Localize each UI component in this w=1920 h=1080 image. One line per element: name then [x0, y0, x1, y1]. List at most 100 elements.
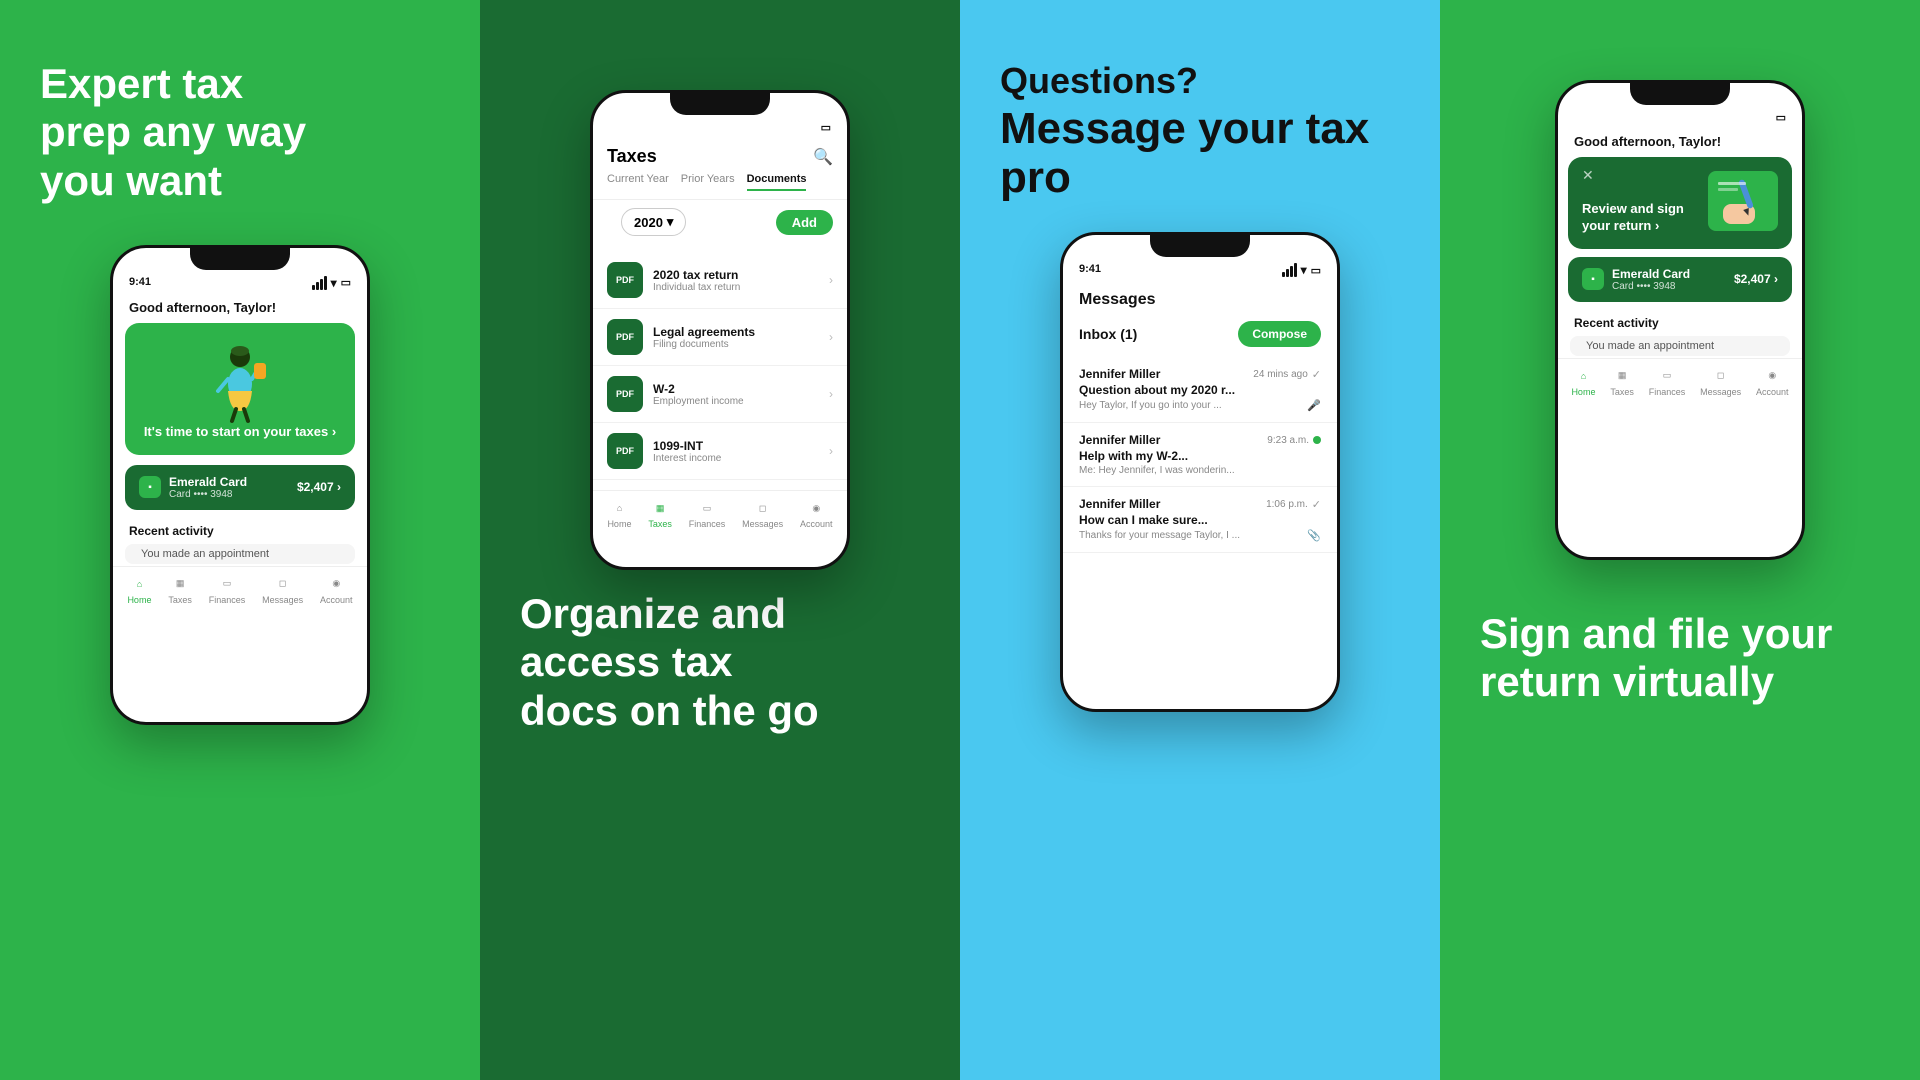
nav4-home[interactable]: ⌂ Home — [1571, 367, 1595, 397]
panel-1: Expert tax prep any way you want 9:41 ▾ … — [0, 0, 480, 1080]
time: 9:41 — [129, 276, 151, 290]
nav2-home[interactable]: ⌂ Home — [607, 499, 631, 529]
recent-activity-label-4: Recent activity — [1558, 310, 1802, 334]
nav4-taxes[interactable]: ▦ Taxes — [1610, 367, 1634, 397]
msg-preview-2: Thanks for your message Taylor, I ... — [1079, 530, 1240, 541]
doc-sub-2: Employment income — [653, 396, 819, 407]
nav4-finances-label: Finances — [1649, 387, 1686, 397]
review-sign-card[interactable]: ✕ Review and sign your return › — [1568, 157, 1792, 249]
message-item-2[interactable]: Jennifer Miller 1:06 p.m. ✓ How can I ma… — [1063, 487, 1337, 553]
emerald-card[interactable]: Emerald Card Card •••• 3948 $2,407 › — [125, 465, 355, 510]
compose-button[interactable]: Compose — [1238, 321, 1321, 347]
emerald-card-name-4: Emerald Card — [1612, 267, 1690, 281]
doc-item-3[interactable]: PDF 1099-INT Interest income › — [593, 423, 847, 480]
phone-notch-3 — [1150, 235, 1250, 257]
home-icon: ⌂ — [129, 575, 149, 593]
nav4-finances[interactable]: ▭ Finances — [1649, 367, 1686, 397]
nav4-account-label: Account — [1756, 387, 1789, 397]
year-add-row: 2020 ▾ Add — [593, 200, 847, 244]
pdf-icon-0: PDF — [607, 262, 643, 298]
nav2-account[interactable]: ◉ Account — [800, 499, 833, 529]
status-icons-2: ▭ — [821, 121, 831, 134]
doc-item-2[interactable]: PDF W-2 Employment income › — [593, 366, 847, 423]
wifi-icon: ▾ — [331, 276, 337, 290]
nav2-finances[interactable]: ▭ Finances — [689, 499, 726, 529]
chevron-right-icon-0: › — [829, 273, 833, 287]
close-icon[interactable]: ✕ — [1582, 167, 1594, 184]
finances-icon-4: ▭ — [1657, 367, 1677, 385]
nav2-account-label: Account — [800, 519, 833, 529]
finances-icon: ▭ — [217, 575, 237, 593]
status-bar-3: 9:41 ▾ ▭ — [1063, 257, 1337, 281]
doc-info-2: W-2 Employment income — [653, 382, 819, 407]
chevron-right-icon-1: › — [829, 330, 833, 344]
chevron-down-icon: ▾ — [667, 214, 674, 230]
panel1-headline: Expert tax prep any way you want — [40, 60, 340, 205]
nav-account[interactable]: ◉ Account — [320, 575, 353, 605]
message-item-0[interactable]: Jennifer Miller 24 mins ago ✓ Question a… — [1063, 357, 1337, 423]
nav-finances[interactable]: ▭ Finances — [209, 575, 246, 605]
nav4-account[interactable]: ◉ Account — [1756, 367, 1789, 397]
msg-top-1: Jennifer Miller 9:23 a.m. — [1079, 433, 1321, 447]
msg-subject-0: Question about my 2020 r... — [1079, 383, 1321, 397]
search-icon[interactable]: 🔍 — [813, 147, 833, 167]
start-taxes-cta[interactable]: It's time to start on your taxes › — [144, 424, 336, 439]
message-item-1[interactable]: Jennifer Miller 9:23 a.m. Help with my W… — [1063, 423, 1337, 487]
phone-1: 9:41 ▾ ▭ Good afternoon, Taylor! — [110, 245, 370, 725]
doc-sub-1: Filing documents — [653, 339, 819, 350]
messages-icon: ◻ — [273, 575, 293, 593]
taxes-title: Taxes 🔍 — [593, 138, 847, 167]
attach-icon-2: 📎 — [1307, 529, 1321, 542]
taxes-title-text: Taxes — [607, 146, 657, 167]
doc-item-1[interactable]: PDF Legal agreements Filing documents › — [593, 309, 847, 366]
messages-title: Messages — [1063, 281, 1337, 317]
home-icon-4: ⌂ — [1573, 367, 1593, 385]
start-taxes-card[interactable]: It's time to start on your taxes › — [125, 323, 355, 455]
tab-documents[interactable]: Documents — [747, 173, 807, 191]
msg-sender-1: Jennifer Miller — [1079, 433, 1160, 447]
nav-messages[interactable]: ◻ Messages — [262, 575, 303, 605]
year-selector[interactable]: 2020 ▾ — [621, 208, 686, 236]
msg-time-0: 24 mins ago — [1253, 369, 1307, 380]
phone-notch-4 — [1630, 83, 1730, 105]
emerald-card-4[interactable]: Emerald Card Card •••• 3948 $2,407 › — [1568, 257, 1792, 302]
nav2-finances-label: Finances — [689, 519, 726, 529]
status-bar: 9:41 ▾ ▭ — [113, 270, 367, 294]
time-3: 9:41 — [1079, 263, 1101, 277]
battery-icon-2: ▭ — [821, 121, 831, 134]
nav-taxes[interactable]: ▦ Taxes — [168, 575, 192, 605]
bottom-nav: ⌂ Home ▦ Taxes ▭ Finances ◻ Messages ◉ A… — [113, 566, 367, 615]
emerald-card-number: Card •••• 3948 — [169, 489, 247, 500]
account-icon-4: ◉ — [1762, 367, 1782, 385]
activity-item: You made an appointment — [125, 544, 355, 564]
panel-3: Questions? Message your tax pro 9:41 ▾ ▭… — [960, 0, 1440, 1080]
messages-icon-2: ◻ — [753, 499, 773, 517]
tab-current-year[interactable]: Current Year — [607, 173, 669, 191]
status-icons-4: ▭ — [1776, 111, 1786, 124]
doc-name-2: W-2 — [653, 382, 819, 396]
msg-time-1: 9:23 a.m. — [1267, 435, 1309, 446]
add-button[interactable]: Add — [776, 210, 833, 235]
nav2-messages[interactable]: ◻ Messages — [742, 499, 783, 529]
signal-icon — [312, 276, 327, 290]
emerald-card-amount: $2,407 › — [297, 480, 341, 494]
taxes-icon-4: ▦ — [1612, 367, 1632, 385]
emerald-card-info: Emerald Card Card •••• 3948 — [169, 475, 247, 500]
doc-item-0[interactable]: PDF 2020 tax return Individual tax retur… — [593, 252, 847, 309]
tab-prior-years[interactable]: Prior Years — [681, 173, 735, 191]
check-icon-2: ✓ — [1312, 498, 1321, 511]
chevron-right-icon-3: › — [829, 444, 833, 458]
msg-sender-2: Jennifer Miller — [1079, 497, 1160, 511]
year-label: 2020 — [634, 215, 663, 230]
phone4-greeting: Good afternoon, Taylor! — [1558, 128, 1802, 157]
panel-2: ▭ Taxes 🔍 Current Year Prior Years Docum… — [480, 0, 960, 1080]
nav4-messages[interactable]: ◻ Messages — [1700, 367, 1741, 397]
nav4-taxes-label: Taxes — [1610, 387, 1634, 397]
doc-info-1: Legal agreements Filing documents — [653, 325, 819, 350]
pdf-icon-2: PDF — [607, 376, 643, 412]
nav-home[interactable]: ⌂ Home — [127, 575, 151, 605]
status-bar-4: ▭ — [1558, 105, 1802, 128]
nav2-taxes[interactable]: ▦ Taxes — [648, 499, 672, 529]
nav-home-label: Home — [127, 595, 151, 605]
msg-sender-0: Jennifer Miller — [1079, 367, 1160, 381]
